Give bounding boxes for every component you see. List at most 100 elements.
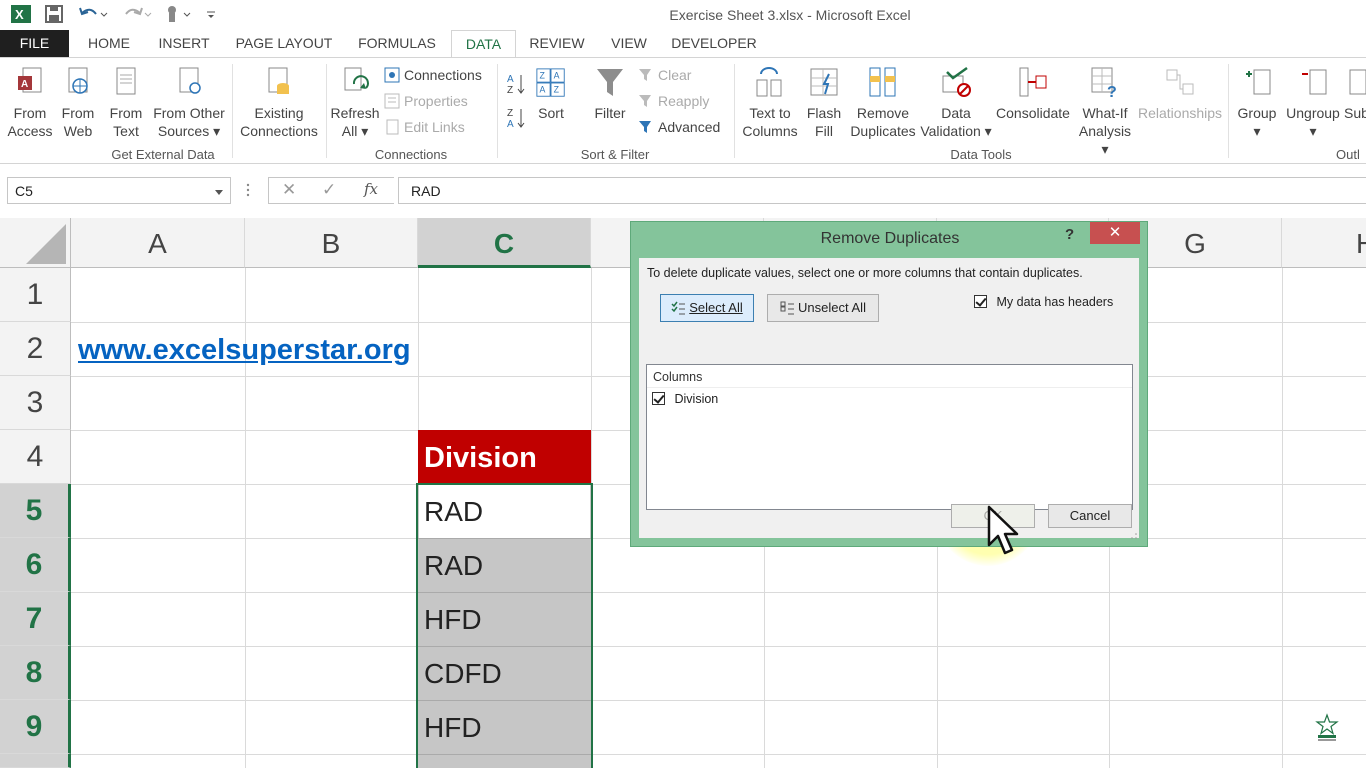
advanced-filter-button[interactable]: Advanced <box>638 116 720 138</box>
from-web-button[interactable]: From Web <box>57 66 99 140</box>
edit-links-button[interactable]: Edit Links <box>384 116 465 138</box>
ungroup-button[interactable]: Ungroup ▾ <box>1284 66 1342 140</box>
existing-connections-button[interactable]: Existing Connections <box>237 66 321 140</box>
name-box[interactable]: C5 <box>7 177 231 204</box>
existing-label-2: Connections <box>240 123 318 139</box>
filter-button[interactable]: Filter <box>588 66 632 122</box>
row-header-10[interactable] <box>0 754 71 768</box>
cell-c9[interactable]: HFD <box>418 701 482 754</box>
connections-button[interactable]: Connections <box>384 64 482 86</box>
tab-review[interactable]: REVIEW <box>525 30 589 57</box>
consolidate-button[interactable]: Consolidate <box>995 66 1071 122</box>
group-button[interactable]: Group ▾ <box>1234 66 1280 140</box>
columns-list-header: Columns <box>653 370 703 384</box>
tab-home[interactable]: HOME <box>79 30 139 57</box>
column-header-h[interactable]: H <box>1282 218 1366 268</box>
row-header-9[interactable]: 9 <box>0 700 71 754</box>
gridline <box>1282 268 1283 768</box>
access-icon: A <box>18 67 42 93</box>
row-header-4[interactable]: 4 <box>0 430 71 484</box>
resize-grip-icon[interactable] <box>1129 528 1138 543</box>
select-all-corner[interactable] <box>0 218 71 268</box>
clear-label: Clear <box>658 67 692 83</box>
select-all-button[interactable]: Select All <box>660 294 754 322</box>
flash-fill-button[interactable]: Flash Fill <box>804 66 844 140</box>
column-item-division[interactable]: Division <box>652 392 718 406</box>
enter-entry-icon[interactable]: ✓ <box>322 180 336 200</box>
cell-c5[interactable]: RAD <box>418 485 483 538</box>
row-header-5[interactable]: 5 <box>0 484 71 538</box>
headers-checkbox[interactable] <box>974 295 987 308</box>
text-to-columns-button[interactable]: Text to Columns <box>740 66 800 140</box>
unselect-all-button[interactable]: Unselect All <box>767 294 879 322</box>
close-button[interactable]: ✕ <box>1090 222 1140 244</box>
data-validation-button[interactable]: Data Validation ▾ <box>919 66 993 140</box>
column-item-checkbox[interactable] <box>652 392 665 405</box>
group-separator <box>232 64 233 158</box>
sort-az-icon[interactable]: AZ <box>506 72 526 99</box>
sort-button[interactable]: ZAAZ Sort <box>532 66 570 122</box>
tab-page-layout[interactable]: PAGE LAYOUT <box>228 30 340 57</box>
group-separator <box>326 64 327 158</box>
from-access-label-1: From <box>13 105 47 121</box>
row-header-3[interactable]: 3 <box>0 376 71 430</box>
group-label-sort-filter: Sort & Filter <box>580 147 650 162</box>
tab-developer[interactable]: DEVELOPER <box>667 30 761 57</box>
cell-c7[interactable]: HFD <box>418 593 482 646</box>
tab-view[interactable]: VIEW <box>603 30 655 57</box>
column-header-a[interactable]: A <box>71 218 245 268</box>
cancel-button[interactable]: Cancel <box>1048 504 1132 528</box>
other-sources-icon <box>179 67 201 94</box>
column-header-c[interactable]: C <box>418 218 591 268</box>
properties-button[interactable]: Properties <box>384 90 468 112</box>
title-bar: X Exercise Sheet 3.xlsx - Microsoft Exce… <box>0 0 1366 30</box>
from-text-button[interactable]: From Text <box>105 66 147 140</box>
remove-duplicates-button[interactable]: Remove Duplicates <box>849 66 917 140</box>
row-header-7[interactable]: 7 <box>0 592 71 646</box>
reapply-label: Reapply <box>658 93 710 109</box>
row-header-2[interactable]: 2 <box>0 322 71 376</box>
group-separator <box>497 64 498 158</box>
unselect-all-icon <box>780 298 795 324</box>
group-icon <box>1246 69 1271 95</box>
hyperlink-cell-a2[interactable]: www.excelsuperstar.org <box>72 324 411 377</box>
select-all-icon <box>671 298 686 324</box>
clear-filter-icon <box>638 67 654 83</box>
cell-c6[interactable]: RAD <box>418 539 483 592</box>
cell-c8[interactable]: CDFD <box>418 647 502 700</box>
svg-text:A: A <box>21 79 28 90</box>
columns-list[interactable]: Columns Division <box>646 364 1133 510</box>
from-other-label-2: Sources ▾ <box>157 123 221 139</box>
reapply-button[interactable]: Reapply <box>638 90 709 112</box>
insert-function-icon[interactable]: fx <box>364 180 378 198</box>
from-other-sources-button[interactable]: From Other Sources ▾ <box>152 66 226 140</box>
flash-fill-icon <box>810 68 838 96</box>
row-header-8[interactable]: 8 <box>0 646 71 700</box>
text-to-columns-label-2: Columns <box>742 123 798 139</box>
help-icon[interactable]: ? <box>1065 226 1074 243</box>
name-box-dropdown-icon[interactable] <box>214 185 224 200</box>
what-if-analysis-button[interactable]: ? What-If Analysis ▾ <box>1074 66 1136 158</box>
sort-za-icon[interactable]: ZA <box>506 106 526 133</box>
subtotal-button[interactable]: Sub <box>1344 66 1366 122</box>
close-icon: ✕ <box>1108 224 1122 241</box>
cancel-label: Cancel <box>1069 508 1111 523</box>
formula-input[interactable]: RAD <box>398 177 1366 204</box>
relationships-button[interactable]: Relationships <box>1138 66 1222 122</box>
tab-file[interactable]: FILE <box>0 30 69 57</box>
row-header-6[interactable]: 6 <box>0 538 71 592</box>
clear-filter-button[interactable]: Clear <box>638 64 691 86</box>
svg-text:Z: Z <box>507 108 513 119</box>
headers-checkbox-row[interactable]: My data has headers <box>974 295 1113 309</box>
tab-data[interactable]: DATA <box>451 30 516 58</box>
refresh-all-button[interactable]: Refresh All ▾ <box>330 66 380 140</box>
column-header-b[interactable]: B <box>245 218 418 268</box>
from-access-button[interactable]: A From Access <box>6 66 54 140</box>
tab-formulas[interactable]: FORMULAS <box>352 30 442 57</box>
row-header-1[interactable]: 1 <box>0 268 71 322</box>
header-cell-c4[interactable]: Division <box>418 432 537 485</box>
from-web-label-1: From <box>61 105 95 121</box>
cancel-entry-icon[interactable]: ✕ <box>282 180 296 200</box>
mouse-pointer-icon <box>986 505 1020 560</box>
tab-insert[interactable]: INSERT <box>152 30 216 57</box>
